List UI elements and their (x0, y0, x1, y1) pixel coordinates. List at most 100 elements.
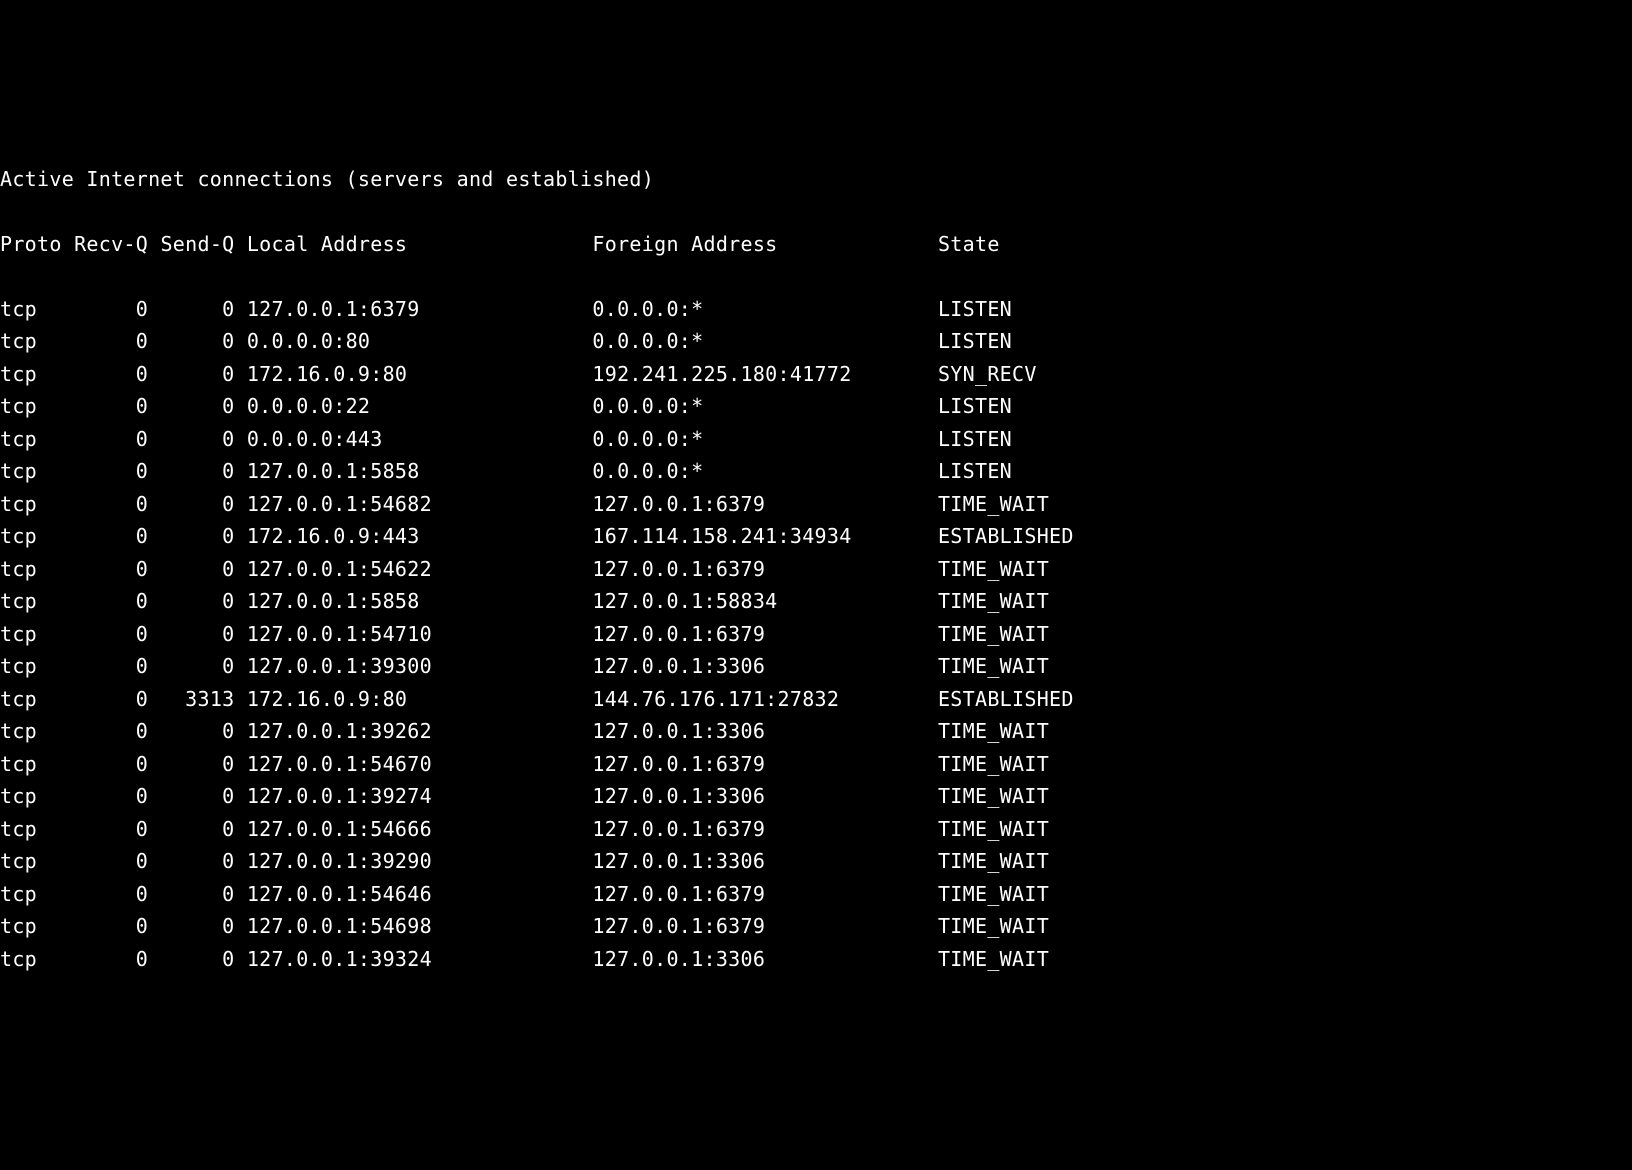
cell-sendq: 3313 (148, 687, 234, 711)
cell-state: TIME_WAIT (938, 589, 1049, 613)
cell-proto: tcp (0, 492, 62, 516)
table-row: tcp 0 0 0.0.0.0:443 0.0.0.0:* LISTEN (0, 423, 1632, 456)
cell-foreign: 127.0.0.1:3306 (592, 947, 938, 971)
cell-state: LISTEN (938, 427, 1012, 451)
cell-state: ESTABLISHED (938, 524, 1074, 548)
cell-state: LISTEN (938, 297, 1012, 321)
cell-foreign: 0.0.0.0:* (592, 329, 938, 353)
cell-sendq: 0 (148, 654, 234, 678)
cell-recvq: 0 (62, 784, 148, 808)
cell-state: SYN_RECV (938, 362, 1037, 386)
cell-local: 127.0.0.1:54682 (247, 492, 593, 516)
cell-proto: tcp (0, 459, 62, 483)
cell-sendq: 0 (148, 492, 234, 516)
terminal-output: Active Internet connections (servers and… (0, 130, 1632, 1008)
cell-sendq: 0 (148, 589, 234, 613)
cell-proto: tcp (0, 329, 62, 353)
table-row: tcp 0 0 172.16.0.9:80 192.241.225.180:41… (0, 358, 1632, 391)
cell-proto: tcp (0, 914, 62, 938)
cell-proto: tcp (0, 394, 62, 418)
cell-proto: tcp (0, 817, 62, 841)
cell-proto: tcp (0, 427, 62, 451)
cell-sendq: 0 (148, 297, 234, 321)
cell-local: 127.0.0.1:6379 (247, 297, 593, 321)
table-row: tcp 0 0 127.0.0.1:54682 127.0.0.1:6379 T… (0, 488, 1632, 521)
table-row: tcp 0 0 127.0.0.1:54698 127.0.0.1:6379 T… (0, 910, 1632, 943)
cell-state: TIME_WAIT (938, 817, 1049, 841)
col-proto: Proto (0, 232, 62, 256)
cell-local: 127.0.0.1:54698 (247, 914, 593, 938)
cell-foreign: 0.0.0.0:* (592, 459, 938, 483)
cell-foreign: 167.114.158.241:34934 (592, 524, 938, 548)
cell-foreign: 127.0.0.1:3306 (592, 719, 938, 743)
cell-state: TIME_WAIT (938, 752, 1049, 776)
table-row: tcp 0 3313 172.16.0.9:80 144.76.176.171:… (0, 683, 1632, 716)
cell-foreign: 144.76.176.171:27832 (592, 687, 938, 711)
cell-proto: tcp (0, 752, 62, 776)
cell-foreign: 127.0.0.1:6379 (592, 622, 938, 646)
cell-sendq: 0 (148, 362, 234, 386)
cell-sendq: 0 (148, 459, 234, 483)
cell-sendq: 0 (148, 622, 234, 646)
cell-foreign: 192.241.225.180:41772 (592, 362, 938, 386)
table-row: tcp 0 0 127.0.0.1:54622 127.0.0.1:6379 T… (0, 553, 1632, 586)
cell-proto: tcp (0, 654, 62, 678)
cell-state: TIME_WAIT (938, 654, 1049, 678)
cell-sendq: 0 (148, 329, 234, 353)
cell-foreign: 127.0.0.1:3306 (592, 784, 938, 808)
cell-state: LISTEN (938, 329, 1012, 353)
cell-recvq: 0 (62, 394, 148, 418)
cell-local: 127.0.0.1:39290 (247, 849, 593, 873)
cell-foreign: 127.0.0.1:6379 (592, 492, 938, 516)
cell-recvq: 0 (62, 589, 148, 613)
table-row: tcp 0 0 127.0.0.1:39262 127.0.0.1:3306 T… (0, 715, 1632, 748)
cell-recvq: 0 (62, 654, 148, 678)
table-row: tcp 0 0 172.16.0.9:443 167.114.158.241:3… (0, 520, 1632, 553)
cell-state: TIME_WAIT (938, 622, 1049, 646)
cell-state: TIME_WAIT (938, 557, 1049, 581)
cell-recvq: 0 (62, 947, 148, 971)
cell-state: TIME_WAIT (938, 882, 1049, 906)
cell-recvq: 0 (62, 524, 148, 548)
cell-sendq: 0 (148, 394, 234, 418)
cell-sendq: 0 (148, 557, 234, 581)
cell-state: TIME_WAIT (938, 719, 1049, 743)
cell-sendq: 0 (148, 947, 234, 971)
cell-recvq: 0 (62, 719, 148, 743)
cell-local: 127.0.0.1:39274 (247, 784, 593, 808)
cell-local: 172.16.0.9:443 (247, 524, 593, 548)
table-row: tcp 0 0 127.0.0.1:6379 0.0.0.0:* LISTEN (0, 293, 1632, 326)
cell-recvq: 0 (62, 427, 148, 451)
cell-local: 0.0.0.0:443 (247, 427, 593, 451)
cell-sendq: 0 (148, 817, 234, 841)
cell-proto: tcp (0, 947, 62, 971)
cell-foreign: 127.0.0.1:58834 (592, 589, 938, 613)
cell-recvq: 0 (62, 817, 148, 841)
cell-sendq: 0 (148, 427, 234, 451)
cell-proto: tcp (0, 687, 62, 711)
netstat-title: Active Internet connections (servers and… (0, 163, 1632, 196)
cell-state: TIME_WAIT (938, 492, 1049, 516)
cell-proto: tcp (0, 589, 62, 613)
netstat-header: Proto Recv-Q Send-Q Local Address Foreig… (0, 228, 1632, 261)
cell-local: 172.16.0.9:80 (247, 362, 593, 386)
col-state: State (938, 232, 1000, 256)
cell-sendq: 0 (148, 719, 234, 743)
cell-local: 0.0.0.0:80 (247, 329, 593, 353)
table-row: tcp 0 0 127.0.0.1:5858 127.0.0.1:58834 T… (0, 585, 1632, 618)
cell-foreign: 127.0.0.1:3306 (592, 654, 938, 678)
cell-proto: tcp (0, 524, 62, 548)
cell-state: TIME_WAIT (938, 947, 1049, 971)
cell-recvq: 0 (62, 849, 148, 873)
cell-local: 127.0.0.1:5858 (247, 589, 593, 613)
cell-local: 127.0.0.1:54666 (247, 817, 593, 841)
cell-local: 127.0.0.1:54670 (247, 752, 593, 776)
cell-recvq: 0 (62, 297, 148, 321)
col-recvq: Recv-Q (74, 232, 148, 256)
cell-sendq: 0 (148, 914, 234, 938)
cell-proto: tcp (0, 297, 62, 321)
table-row: tcp 0 0 127.0.0.1:54670 127.0.0.1:6379 T… (0, 748, 1632, 781)
cell-sendq: 0 (148, 752, 234, 776)
cell-recvq: 0 (62, 557, 148, 581)
cell-recvq: 0 (62, 882, 148, 906)
